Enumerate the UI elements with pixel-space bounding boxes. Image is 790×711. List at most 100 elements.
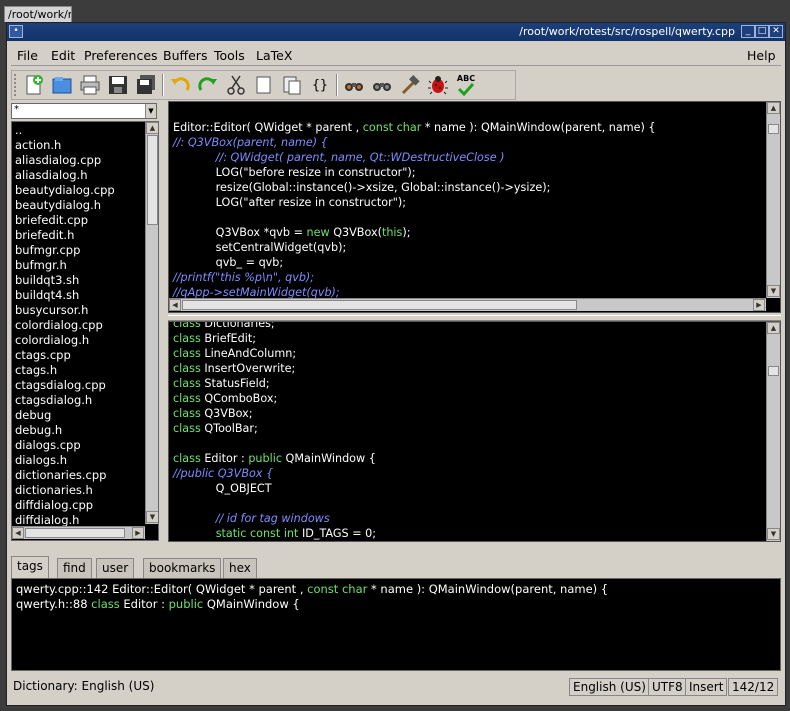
file-list-item[interactable]: action.h <box>15 138 145 153</box>
file-list-item[interactable]: beautydialog.h <box>15 198 145 213</box>
open-file-icon[interactable] <box>50 74 74 96</box>
close-button[interactable]: ✕ <box>769 25 783 38</box>
scroll-up-icon[interactable]: ▲ <box>146 122 158 134</box>
file-list-item[interactable]: debug.h <box>15 423 145 438</box>
scroll-thumb[interactable] <box>768 124 779 134</box>
menu-tools[interactable]: Tools <box>214 48 245 63</box>
file-list-item[interactable]: bufmgr.h <box>15 258 145 273</box>
code-line[interactable]: class InsertOverwrite; <box>173 361 376 376</box>
code-line[interactable]: qvb_ = qvb; <box>173 255 656 270</box>
code-line[interactable] <box>173 496 376 511</box>
scroll-up-icon[interactable]: ▲ <box>767 102 780 114</box>
file-list-hscrollbar[interactable]: ◀ ▶ <box>12 526 145 539</box>
file-list-item[interactable]: dictionaries.h <box>15 483 145 498</box>
code-line[interactable]: class QComboBox; <box>173 391 376 406</box>
menu-preferences[interactable]: Preferences <box>84 48 158 63</box>
code-line[interactable]: class StatusField; <box>173 376 376 391</box>
menu-file[interactable]: File <box>17 48 38 63</box>
file-list-item[interactable]: .. <box>15 123 145 138</box>
code-line[interactable]: class Editor : public QMainWindow { <box>173 451 376 466</box>
file-list-item[interactable]: ctagsdialog.cpp <box>15 378 145 393</box>
find-icon[interactable] <box>342 74 366 96</box>
tab-find[interactable]: find <box>57 558 92 578</box>
code-line[interactable]: //printf("this %p\n", qvb); <box>173 270 656 285</box>
scroll-thumb[interactable] <box>182 300 577 310</box>
code-line[interactable]: //: Q3VBox(parent, name) { <box>173 135 656 150</box>
minimize-button[interactable]: _ <box>741 25 755 38</box>
file-list-item[interactable]: beautydialog.cpp <box>15 183 145 198</box>
paste-icon[interactable] <box>280 74 304 96</box>
scroll-up-icon[interactable]: ▲ <box>767 322 780 334</box>
scroll-down-icon[interactable]: ▼ <box>767 285 780 297</box>
encoding-indicator[interactable]: UTF8 <box>648 678 687 696</box>
braces-icon[interactable]: {} <box>308 74 332 96</box>
taskbar-tab[interactable]: /root/work/ro <box>4 6 72 22</box>
code-line[interactable]: // id for tag windows <box>173 511 376 526</box>
file-list-item[interactable]: colordialog.h <box>15 333 145 348</box>
undo-icon[interactable] <box>168 74 192 96</box>
editor-pane-bottom[interactable]: class Dictionaries; class BriefEdit; class… <box>168 321 781 542</box>
code-line[interactable]: Q_OBJECT <box>173 481 376 496</box>
scroll-down-icon[interactable]: ▼ <box>146 511 158 523</box>
output-line[interactable]: qwerty.h::88 class Editor : public QMain… <box>16 597 300 611</box>
code-line[interactable]: setCentralWidget(qvb); <box>173 240 656 255</box>
file-list-item[interactable]: dialogs.h <box>15 453 145 468</box>
debug-icon[interactable] <box>426 74 450 96</box>
code-line[interactable]: resize(Global::instance()->xsize, Global… <box>173 180 656 195</box>
file-list-item[interactable]: colordialog.cpp <box>15 318 145 333</box>
chevron-down-icon[interactable]: ▼ <box>145 104 156 118</box>
code-line[interactable]: static const int ID_TAGS = 0; <box>173 526 376 541</box>
window-menu-icon[interactable]: • <box>9 25 23 38</box>
scroll-right-icon[interactable]: ▶ <box>132 527 144 539</box>
file-list-item[interactable]: dialogs.cpp <box>15 438 145 453</box>
find-next-icon[interactable] <box>370 74 394 96</box>
file-list-item[interactable]: ctags.h <box>15 363 145 378</box>
scroll-thumb[interactable] <box>25 528 125 538</box>
menu-latex[interactable]: LaTeX <box>256 48 292 63</box>
code-line[interactable]: class Q3VBox; <box>173 406 376 421</box>
file-list-item[interactable]: aliasdialog.h <box>15 168 145 183</box>
copy-icon[interactable] <box>252 74 276 96</box>
code-view[interactable]: Editor::Editor( QWidget * parent , const… <box>173 105 656 300</box>
insert-mode-indicator[interactable]: Insert <box>685 678 728 696</box>
code-line[interactable]: class QToolBar; <box>173 421 376 436</box>
title-bar[interactable]: • /root/work/rotest/src/rospell/qwerty.c… <box>7 23 785 41</box>
file-list-vscrollbar[interactable]: ▲ ▼ <box>145 122 158 524</box>
file-list-item[interactable]: briefedit.h <box>15 228 145 243</box>
menu-help[interactable]: Help <box>747 48 776 63</box>
file-list-item[interactable]: busycursor.h <box>15 303 145 318</box>
build-icon[interactable] <box>398 74 422 96</box>
file-list[interactable]: .. action.h aliasdialog.cpp aliasdialog.h be… <box>11 121 159 541</box>
file-list-item[interactable]: buildqt4.sh <box>15 288 145 303</box>
code-line[interactable]: LOG("after resize in constructor"); <box>173 195 656 210</box>
menu-edit[interactable]: Edit <box>51 48 75 63</box>
save-icon[interactable] <box>106 74 130 96</box>
code-line[interactable] <box>173 105 656 120</box>
file-list-item[interactable]: diffdialog.cpp <box>15 498 145 513</box>
spellcheck-icon[interactable]: ABC <box>454 74 478 96</box>
editor-top-hscrollbar[interactable]: ◀ ▶ <box>169 298 766 311</box>
new-file-icon[interactable] <box>22 74 46 96</box>
tab-bookmarks[interactable]: bookmarks <box>143 558 222 578</box>
save-all-icon[interactable] <box>134 74 158 96</box>
code-view[interactable]: class Dictionaries; class BriefEdit; class… <box>173 322 376 541</box>
file-list-item[interactable]: debug <box>15 408 145 423</box>
file-list-item[interactable]: bufmgr.cpp <box>15 243 145 258</box>
tab-tags[interactable]: tags <box>11 556 49 578</box>
code-line[interactable] <box>173 436 376 451</box>
output-line[interactable]: qwerty.cpp::142 Editor::Editor( QWidget … <box>16 582 608 596</box>
cut-icon[interactable] <box>224 74 248 96</box>
menu-buffers[interactable]: Buffers <box>163 48 207 63</box>
toolbar-grip[interactable] <box>14 74 18 96</box>
scroll-thumb[interactable] <box>147 135 158 225</box>
code-line[interactable]: LOG("before resize in constructor"); <box>173 165 656 180</box>
editor-bottom-vscrollbar[interactable]: ▲ ▼ <box>766 322 780 541</box>
language-indicator[interactable]: English (US) <box>569 678 650 696</box>
code-line[interactable] <box>173 210 656 225</box>
file-list-item[interactable]: ctags.cpp <box>15 348 145 363</box>
code-line[interactable]: //public Q3VBox { <box>173 466 376 481</box>
tab-user[interactable]: user <box>96 558 135 578</box>
editor-pane-top[interactable]: Editor::Editor( QWidget * parent , const… <box>168 101 781 313</box>
maximize-button[interactable]: □ <box>755 25 769 38</box>
file-list-item[interactable]: aliasdialog.cpp <box>15 153 145 168</box>
